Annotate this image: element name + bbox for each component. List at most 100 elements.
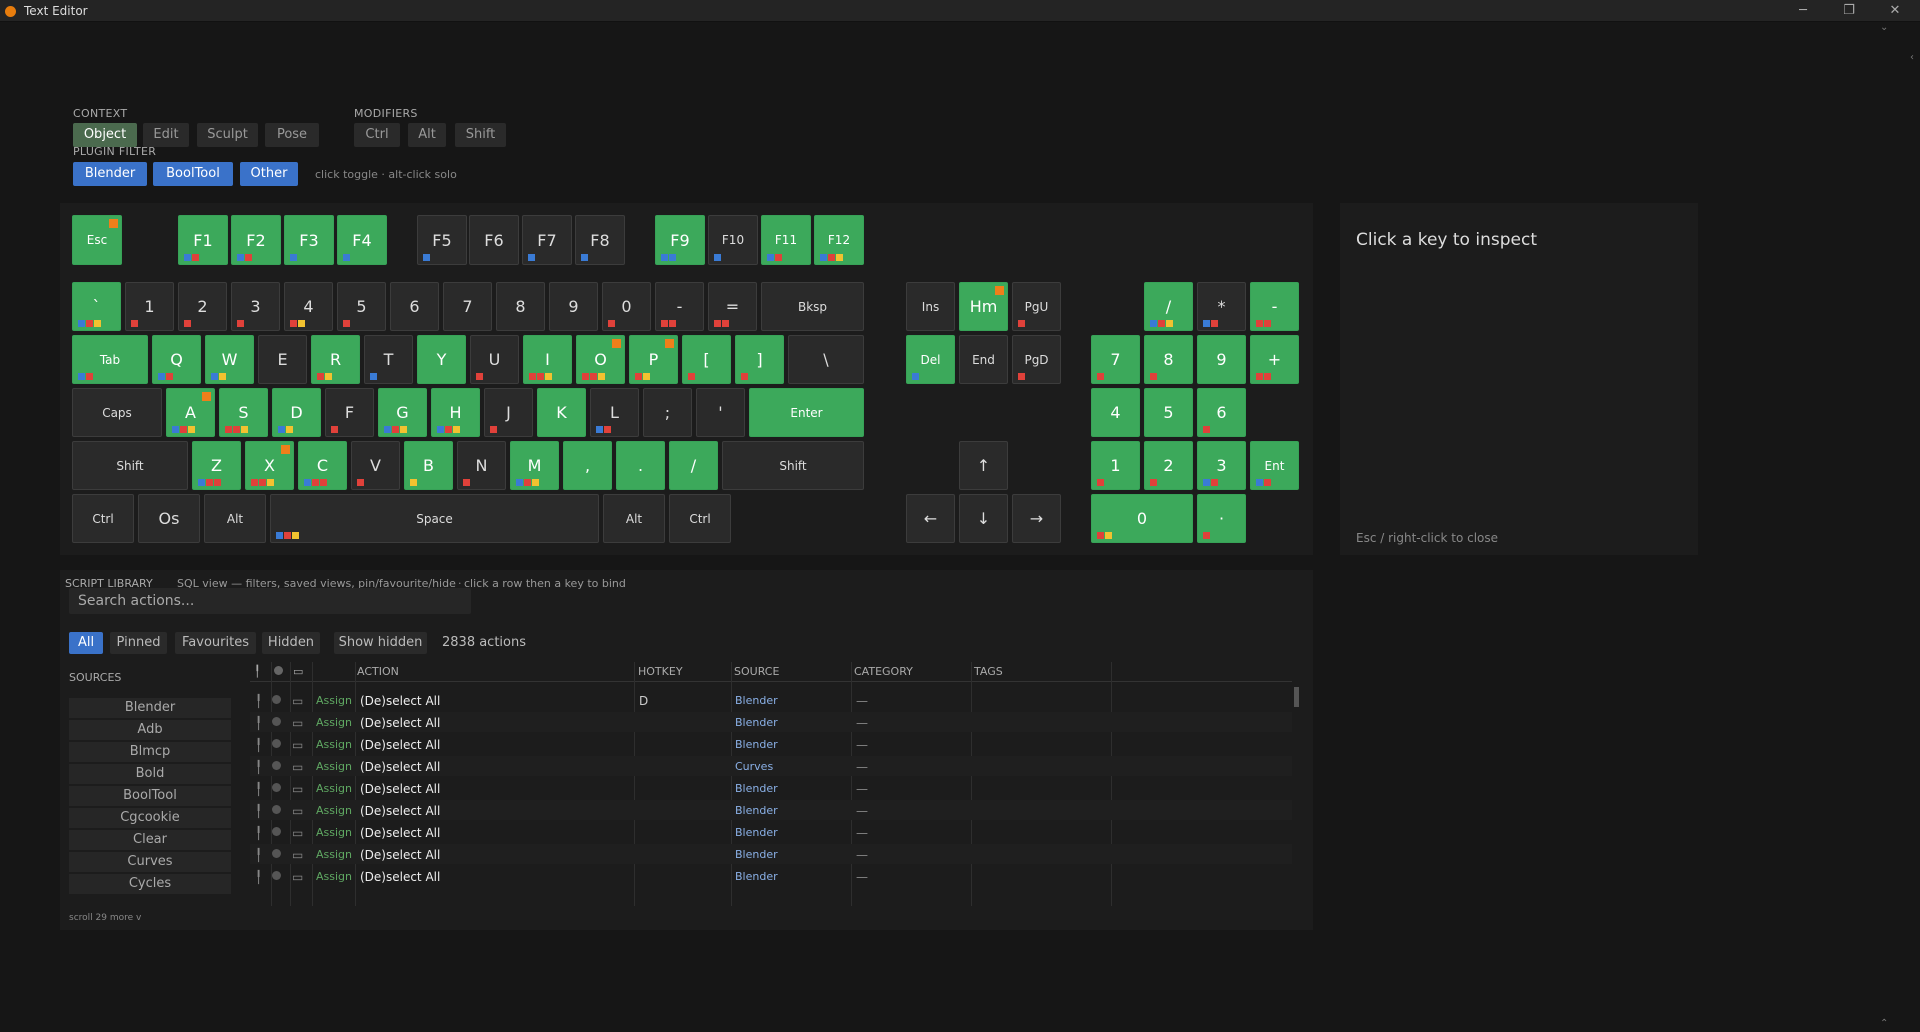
assign-button[interactable]: Assign (316, 738, 352, 751)
key-v[interactable]: V (351, 441, 400, 490)
key-e[interactable]: E (258, 335, 307, 384)
table-row[interactable]: ╿ ▭ Assign (De)select All Blender — (250, 844, 1292, 864)
hide-icon[interactable]: ▭ (292, 694, 303, 708)
key-t[interactable]: T (364, 335, 413, 384)
tab-show-hidden[interactable]: Show hidden (334, 632, 427, 654)
key-semi[interactable]: ; (643, 388, 692, 437)
maximize-button[interactable]: ❐ (1829, 1, 1869, 21)
key-end[interactable]: End (959, 335, 1008, 384)
plugin-other-button[interactable]: Other (240, 162, 298, 186)
key-down[interactable]: ↓ (959, 494, 1008, 543)
source-item[interactable]: Clear (69, 830, 231, 850)
key-np-ent[interactable]: Ent (1250, 441, 1299, 490)
key-np7[interactable]: 7 (1091, 335, 1140, 384)
key-np6[interactable]: 6 (1197, 388, 1246, 437)
key-r[interactable]: R (311, 335, 360, 384)
key-np9[interactable]: 9 (1197, 335, 1246, 384)
key-period[interactable]: . (616, 441, 665, 490)
pin-icon[interactable]: ╿ (255, 694, 262, 708)
key-del[interactable]: Del (906, 335, 955, 384)
key-lshift[interactable]: Shift (72, 441, 188, 490)
key-np-dot[interactable]: · (1197, 494, 1246, 543)
key-up[interactable]: ↑ (959, 441, 1008, 490)
key-np2[interactable]: 2 (1144, 441, 1193, 490)
key-f7[interactable]: F7 (522, 215, 572, 265)
key-f11[interactable]: F11 (761, 215, 811, 265)
key-os[interactable]: Os (138, 494, 200, 543)
key-lalt[interactable]: Alt (204, 494, 266, 543)
key-f3[interactable]: F3 (284, 215, 334, 265)
key-w[interactable]: W (205, 335, 254, 384)
col-favourite-icon[interactable] (274, 666, 283, 675)
key-comma[interactable]: , (563, 441, 612, 490)
tab-all[interactable]: All (69, 632, 103, 654)
favourite-icon[interactable] (272, 761, 281, 770)
key-c[interactable]: C (298, 441, 347, 490)
source-item[interactable]: BoolTool (69, 786, 231, 806)
key-rbr[interactable]: ] (735, 335, 784, 384)
key-f4[interactable]: F4 (337, 215, 387, 265)
key-j[interactable]: J (484, 388, 533, 437)
key-l[interactable]: L (590, 388, 639, 437)
key-np-minus[interactable]: - (1250, 282, 1299, 331)
hide-icon[interactable]: ▭ (292, 804, 303, 818)
hide-icon[interactable]: ▭ (292, 826, 303, 840)
key-np-plus[interactable]: + (1250, 335, 1299, 384)
col-category-header[interactable]: CATEGORY (854, 665, 913, 678)
assign-button[interactable]: Assign (316, 782, 352, 795)
plugin-blender-button[interactable]: Blender (73, 162, 147, 186)
pin-icon[interactable]: ╿ (255, 738, 262, 752)
modifier-ctrl-button[interactable]: Ctrl (354, 123, 400, 147)
favourite-icon[interactable] (272, 783, 281, 792)
chevron-left-icon[interactable]: ‹ (1910, 52, 1914, 63)
table-row[interactable]: ╿ ▭ Assign (De)select All Blender — (250, 800, 1292, 820)
hide-icon[interactable]: ▭ (292, 716, 303, 730)
key-n4[interactable]: 4 (284, 282, 333, 331)
key-left[interactable]: ← (906, 494, 955, 543)
key-n1[interactable]: 1 (125, 282, 174, 331)
favourite-icon[interactable] (272, 695, 281, 704)
key-lbr[interactable]: [ (682, 335, 731, 384)
col-tags-header[interactable]: TAGS (974, 665, 1003, 678)
table-row[interactable]: ╿ ▭ Assign (De)select All Blender — (250, 778, 1292, 798)
chevron-up-icon[interactable]: ⌃ (1880, 1018, 1888, 1029)
key-m[interactable]: M (510, 441, 559, 490)
key-equal[interactable]: = (708, 282, 757, 331)
close-button[interactable]: ✕ (1875, 1, 1915, 21)
key-np-star[interactable]: * (1197, 282, 1246, 331)
key-grave[interactable]: ` (72, 282, 121, 331)
source-item[interactable]: Adb (69, 720, 231, 740)
key-f[interactable]: F (325, 388, 374, 437)
table-row[interactable]: ╿ ▭ Assign (De)select All D Blender — (250, 690, 1292, 710)
col-pin-icon[interactable]: ╿ (254, 665, 261, 678)
key-h[interactable]: H (431, 388, 480, 437)
hide-icon[interactable]: ▭ (292, 782, 303, 796)
assign-button[interactable]: Assign (316, 760, 352, 773)
hide-icon[interactable]: ▭ (292, 848, 303, 862)
key-hm[interactable]: Hm (959, 282, 1008, 331)
key-n7[interactable]: 7 (443, 282, 492, 331)
key-g[interactable]: G (378, 388, 427, 437)
minimize-button[interactable]: ─ (1783, 1, 1823, 21)
key-np0[interactable]: 0 (1091, 494, 1193, 543)
key-f12[interactable]: F12 (814, 215, 864, 265)
key-p[interactable]: P (629, 335, 678, 384)
key-f2[interactable]: F2 (231, 215, 281, 265)
key-space[interactable]: Space (270, 494, 599, 543)
context-pose-button[interactable]: Pose (265, 123, 319, 147)
modifier-shift-button[interactable]: Shift (455, 123, 506, 147)
assign-button[interactable]: Assign (316, 870, 352, 883)
table-row[interactable]: ╿ ▭ Assign (De)select All Blender — (250, 866, 1292, 886)
favourite-icon[interactable] (272, 739, 281, 748)
source-item[interactable]: Cycles (69, 874, 231, 894)
source-item[interactable]: Blender (69, 698, 231, 718)
pin-icon[interactable]: ╿ (255, 716, 262, 730)
favourite-icon[interactable] (272, 717, 281, 726)
key-d[interactable]: D (272, 388, 321, 437)
assign-button[interactable]: Assign (316, 826, 352, 839)
tab-hidden[interactable]: Hidden (262, 632, 320, 654)
favourite-icon[interactable] (272, 805, 281, 814)
key-n6[interactable]: 6 (390, 282, 439, 331)
key-f8[interactable]: F8 (575, 215, 625, 265)
key-b[interactable]: B (404, 441, 453, 490)
